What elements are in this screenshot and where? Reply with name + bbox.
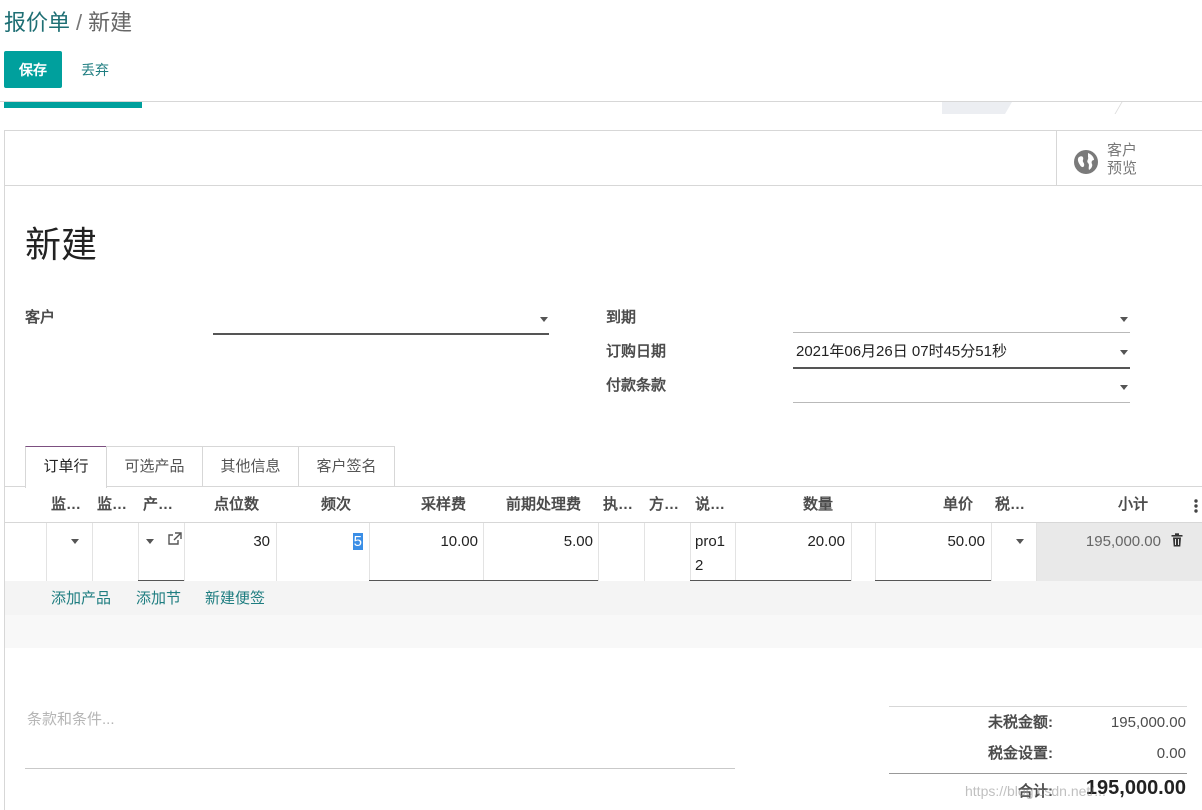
column-divider [735, 523, 736, 581]
loading-bar [4, 102, 142, 108]
record-title: 新建 [25, 224, 98, 265]
empty-row [5, 615, 1202, 648]
chevron-down-icon[interactable] [1120, 385, 1128, 390]
customer-preview-label-line1: 客户 [1107, 142, 1138, 159]
column-divider [851, 523, 852, 581]
column-header[interactable]: 监… [97, 488, 137, 522]
tab-other-info[interactable]: 其他信息 [202, 446, 299, 486]
column-header[interactable]: 频次 [277, 488, 351, 522]
breadcrumb-separator: / [76, 10, 83, 35]
column-divider [644, 523, 645, 581]
description-line1: pro1 [695, 533, 726, 550]
watermark: https://blog.csdn.net/... [965, 783, 1106, 799]
order-date-underline [793, 367, 1130, 369]
column-header[interactable]: 说… [695, 488, 735, 522]
add-line-row [5, 581, 1202, 615]
untaxed-amount-label: 未税金额: [988, 714, 1053, 731]
untaxed-amount-value: 195,000.00 [1110, 714, 1186, 731]
expiration-input[interactable] [793, 306, 1130, 333]
tab-optional-products[interactable]: 可选产品 [106, 446, 203, 486]
chevron-down-icon[interactable] [1016, 539, 1024, 544]
column-divider [46, 523, 47, 581]
save-button[interactable]: 保存 [4, 51, 62, 88]
trash-icon[interactable] [1171, 533, 1183, 547]
button-box-divider [4, 185, 1202, 186]
column-header[interactable]: 单价 [876, 488, 973, 522]
chevron-down-icon[interactable] [1120, 350, 1128, 355]
order-date-label: 订购日期 [606, 343, 667, 360]
optional-columns-icon[interactable] [1193, 499, 1199, 513]
customer-preview-label-line2: 预览 [1107, 160, 1138, 177]
customer-underline [213, 333, 549, 335]
points-cell[interactable]: 30 [185, 530, 270, 554]
tab-order-lines[interactable]: 订单行 [25, 446, 107, 488]
unit-price-cell[interactable]: 50.00 [876, 530, 985, 554]
column-header[interactable]: 小计 [1040, 488, 1148, 522]
expiration-underline [793, 332, 1130, 333]
frequency-value[interactable]: 5 [352, 533, 363, 550]
chevron-down-icon[interactable] [1120, 317, 1128, 322]
order-date-input[interactable]: 2021年06月26日 07时45分51秒 [793, 340, 1130, 369]
column-header[interactable]: 采样费 [370, 488, 466, 522]
order-date-value: 2021年06月26日 07时45分51秒 [796, 343, 1007, 360]
add-product-link[interactable]: 添加产品 [51, 588, 111, 610]
tax-value: 0.00 [1156, 745, 1186, 762]
chevron-down-icon[interactable] [146, 539, 154, 544]
customer-preview-button[interactable]: 客户 预览 [1057, 131, 1202, 185]
quantity-cell[interactable]: 20.00 [737, 530, 845, 554]
subtotal-value: 195,000.00 [1085, 533, 1161, 550]
column-divider [598, 523, 599, 581]
statusbar-stage-arrow [1114, 102, 1202, 114]
discard-button[interactable]: 丢弃 [68, 51, 122, 88]
tab-customer-signature[interactable]: 客户签名 [298, 446, 395, 486]
globe-icon [1074, 150, 1098, 174]
column-header[interactable]: 方… [649, 488, 689, 522]
totals-divider [889, 773, 1187, 774]
frequency-cell[interactable]: 5 [277, 530, 363, 554]
sampling-fee-cell[interactable]: 10.00 [370, 530, 478, 554]
payment-terms-underline [793, 402, 1130, 403]
column-divider [991, 523, 992, 581]
column-header[interactable]: 数量 [737, 488, 833, 522]
totals-top-divider [889, 706, 1187, 707]
control-panel-divider [0, 101, 1202, 102]
external-link-icon[interactable] [167, 532, 183, 546]
description-line2: 2 [695, 557, 704, 574]
expiration-label: 到期 [606, 309, 637, 326]
customer-input[interactable] [213, 306, 549, 335]
chevron-down-icon[interactable] [540, 317, 548, 322]
breadcrumb: 报价单 / 新建 [4, 8, 132, 38]
add-section-link[interactable]: 添加节 [136, 588, 181, 610]
breadcrumb-current: 新建 [88, 10, 133, 35]
column-header[interactable]: 税… [995, 488, 1035, 522]
column-header[interactable]: 执… [603, 488, 643, 522]
tabs-divider [5, 486, 1202, 487]
column-divider [1036, 523, 1037, 581]
pretreatment-fee-cell[interactable]: 5.00 [484, 530, 593, 554]
breadcrumb-parent-link[interactable]: 报价单 [4, 10, 70, 35]
column-divider [138, 523, 139, 581]
terms-input[interactable]: 条款和条件... [27, 709, 115, 731]
chevron-down-icon[interactable] [71, 539, 79, 544]
customer-preview-label: 客户 预览 [1107, 142, 1167, 178]
payment-terms-label: 付款条款 [606, 377, 667, 394]
column-divider [690, 523, 691, 581]
column-header[interactable]: 监… [51, 488, 91, 522]
terms-underline [25, 768, 735, 769]
statusbar-stage [942, 102, 1012, 114]
sheet-border-left [4, 130, 5, 810]
sheet-border-top [4, 130, 1202, 131]
add-note-link[interactable]: 新建便签 [205, 588, 265, 610]
column-header[interactable]: 前期处理费 [484, 488, 581, 522]
description-cell[interactable]: pro1 2 [695, 530, 735, 578]
payment-terms-input[interactable] [793, 375, 1130, 403]
tax-label: 税金设置: [988, 745, 1053, 762]
customer-label: 客户 [25, 309, 56, 326]
column-header[interactable]: 产… [143, 488, 183, 522]
column-divider [92, 523, 93, 581]
column-header[interactable]: 点位数 [185, 488, 259, 522]
